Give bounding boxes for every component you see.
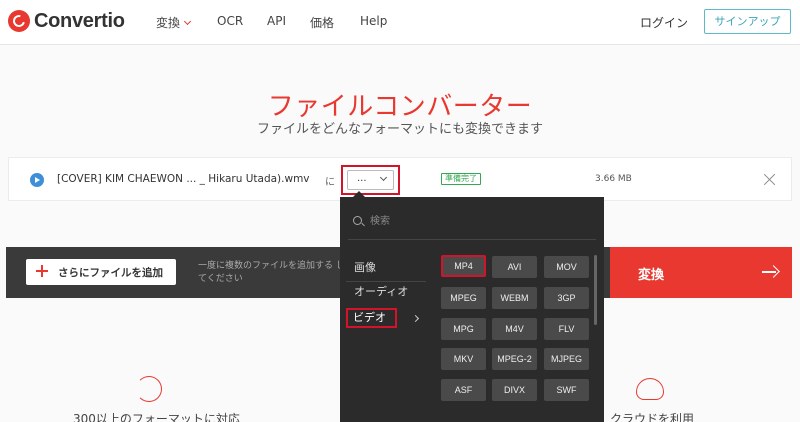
- add-files-label: さらにファイルを追加: [58, 267, 163, 279]
- chevron-down-icon: [379, 173, 388, 182]
- cloud-upload-icon: [636, 378, 664, 400]
- file-size: 3.66 MB: [595, 174, 632, 184]
- format-m4v[interactable]: M4V: [492, 318, 537, 340]
- signup-button[interactable]: サインアップ: [704, 9, 791, 34]
- format-select[interactable]: ...: [341, 165, 400, 195]
- login-link[interactable]: ログイン: [640, 14, 688, 31]
- format-dropdown: 画像 オーディオ ビデオ MP4 AVI MOV MPEG WEBM 3GP M…: [340, 197, 604, 422]
- arrow-right-icon: [762, 265, 778, 279]
- to-label: に: [325, 177, 335, 188]
- format-mpeg[interactable]: MPEG: [441, 287, 486, 309]
- chevron-right-icon: [411, 314, 420, 323]
- chevron-down-icon: [183, 17, 192, 26]
- nav-help[interactable]: Help: [360, 14, 387, 28]
- add-files-hint: 一度に複数のファイルを追加する してください: [198, 261, 345, 284]
- file-row: [COVER] KIM CHAEWON ... _ Hikaru Utada).…: [8, 157, 792, 201]
- format-mjpeg[interactable]: MJPEG: [544, 348, 589, 370]
- category-audio[interactable]: オーディオ: [346, 281, 426, 301]
- logo-icon: [8, 10, 30, 32]
- nav-convert[interactable]: 変換: [156, 14, 192, 31]
- format-mov[interactable]: MOV: [544, 256, 589, 278]
- convert-label: 変換: [638, 268, 665, 283]
- format-3gp[interactable]: 3GP: [544, 287, 589, 309]
- close-icon[interactable]: [763, 173, 776, 186]
- format-asf[interactable]: ASF: [441, 379, 486, 401]
- format-avi[interactable]: AVI: [492, 256, 537, 278]
- logo[interactable]: Convertio: [8, 9, 125, 33]
- logo-text: Convertio: [34, 9, 125, 32]
- sync-icon: [136, 376, 162, 402]
- divider: [348, 239, 596, 240]
- file-name: [COVER] KIM CHAEWON ... _ Hikaru Utada).…: [57, 173, 310, 185]
- search-icon: [353, 216, 362, 225]
- category-image[interactable]: 画像: [346, 258, 426, 278]
- feature-formats: 300以上のフォーマットに対応: [73, 412, 240, 422]
- format-mp4[interactable]: MP4: [441, 255, 486, 277]
- nav-pricing[interactable]: 価格: [310, 14, 334, 31]
- play-icon: [30, 173, 44, 187]
- format-mpg[interactable]: MPG: [441, 318, 486, 340]
- nav-ocr[interactable]: OCR: [217, 14, 243, 28]
- plus-icon: [36, 265, 48, 277]
- format-mpeg-2[interactable]: MPEG-2: [492, 348, 537, 370]
- format-divx[interactable]: DIVX: [492, 379, 537, 401]
- feature-cloud: クラウドを利用: [610, 412, 695, 422]
- dropdown-scrollbar[interactable]: [594, 255, 597, 325]
- format-swf[interactable]: SWF: [544, 379, 589, 401]
- format-search-input[interactable]: [370, 212, 590, 230]
- status-badge: 準備完了: [441, 173, 481, 185]
- add-files-button[interactable]: さらにファイルを追加: [26, 259, 176, 285]
- nav-convert-label: 変換: [156, 16, 181, 30]
- page-subtitle: ファイルをどんなフォーマットにも変換できます: [256, 122, 543, 137]
- format-mkv[interactable]: MKV: [441, 348, 486, 370]
- convert-button[interactable]: 変換: [610, 247, 792, 298]
- category-video[interactable]: ビデオ: [346, 308, 397, 328]
- top-nav: Convertio 変換 OCR API 価格 Help ログイン サインアップ: [0, 0, 800, 45]
- format-select-box[interactable]: ...: [347, 170, 394, 190]
- format-flv[interactable]: FLV: [544, 318, 589, 340]
- format-select-value: ...: [357, 173, 367, 184]
- nav-api[interactable]: API: [267, 14, 286, 28]
- format-webm[interactable]: WEBM: [492, 287, 537, 309]
